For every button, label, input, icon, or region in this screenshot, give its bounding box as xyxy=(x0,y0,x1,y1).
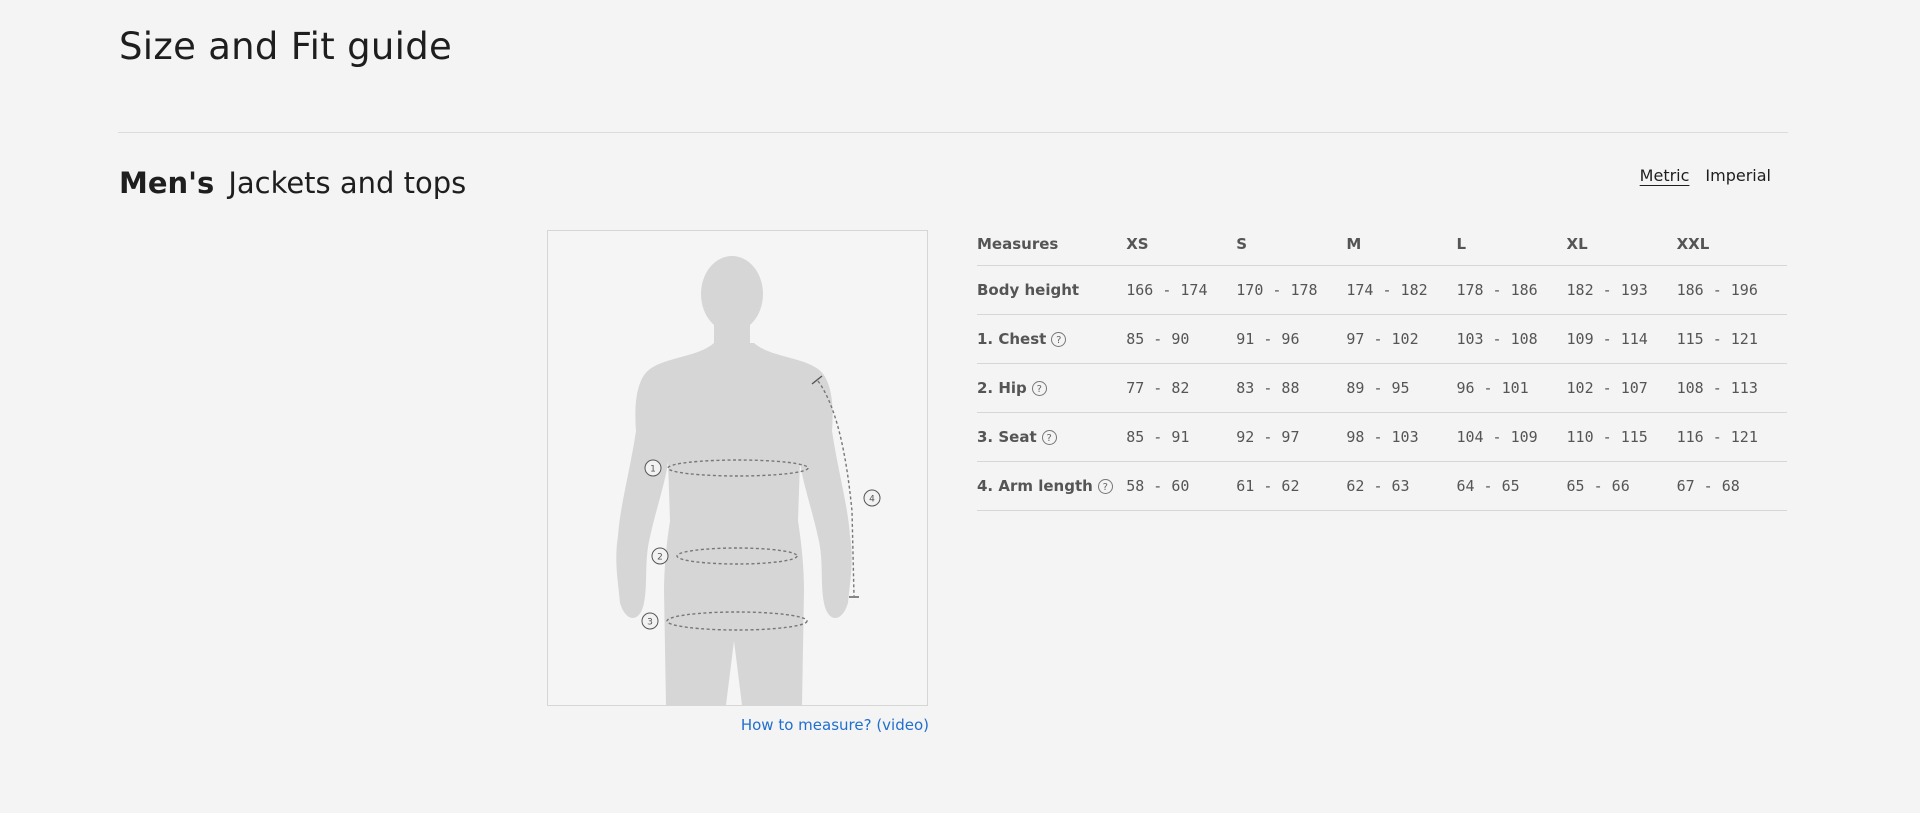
row-label-hip: 2. Hip? xyxy=(977,363,1127,413)
col-header-xs: XS xyxy=(1126,222,1237,266)
cell-body-height-xl: 182 - 193 xyxy=(1566,265,1677,315)
cell-body-height-xs: 166 - 174 xyxy=(1126,265,1237,315)
table-row-hip: 2. Hip? 77 - 82 83 - 88 89 - 95 96 - 101… xyxy=(977,363,1787,413)
metric-toggle[interactable]: Metric xyxy=(1640,166,1690,185)
cell-chest-xl: 109 - 114 xyxy=(1566,314,1677,364)
cell-hip-xxl: 108 - 113 xyxy=(1676,363,1787,413)
marker-4: 4 xyxy=(869,495,875,505)
cell-body-height-xxl: 186 - 196 xyxy=(1676,265,1787,315)
row-label-text: Body height xyxy=(977,281,1080,299)
cell-seat-xxl: 116 - 121 xyxy=(1676,412,1787,462)
header-divider xyxy=(118,132,1788,133)
cell-chest-m: 97 - 102 xyxy=(1346,314,1457,364)
marker-1: 1 xyxy=(650,465,656,475)
cell-hip-m: 89 - 95 xyxy=(1346,363,1457,413)
chest-help-icon[interactable]: ? xyxy=(1051,332,1067,347)
table-row-chest: 1. Chest? 85 - 90 91 - 96 97 - 102 103 -… xyxy=(977,314,1787,364)
col-header-l: L xyxy=(1456,222,1567,266)
section-gender: Men's xyxy=(119,166,215,200)
cell-seat-m: 98 - 103 xyxy=(1346,412,1457,462)
cell-chest-xs: 85 - 90 xyxy=(1126,314,1237,364)
row-label-text: 3. Seat xyxy=(977,428,1037,446)
cell-seat-s: 92 - 97 xyxy=(1236,412,1347,462)
size-table: Measures XS S M L XL XXL Body height 166… xyxy=(977,222,1787,511)
cell-arm-length-m: 62 - 63 xyxy=(1346,461,1457,511)
row-label-body-height: Body height xyxy=(977,265,1127,315)
silhouette-body xyxy=(616,343,852,705)
cell-chest-l: 103 - 108 xyxy=(1456,314,1567,364)
section-category: Jackets and tops xyxy=(228,166,467,200)
cell-hip-s: 83 - 88 xyxy=(1236,363,1347,413)
cell-body-height-l: 178 - 186 xyxy=(1456,265,1567,315)
row-label-chest: 1. Chest? xyxy=(977,314,1127,364)
marker-3: 3 xyxy=(647,618,653,628)
measurement-figure: 1 2 3 4 xyxy=(547,230,928,706)
marker-2: 2 xyxy=(657,553,663,563)
cell-hip-xl: 102 - 107 xyxy=(1566,363,1677,413)
col-header-m: M xyxy=(1346,222,1457,266)
table-row-arm-length: 4. Arm length? 58 - 60 61 - 62 62 - 63 6… xyxy=(977,461,1787,511)
cell-seat-l: 104 - 109 xyxy=(1456,412,1567,462)
body-silhouette-illustration: 1 2 3 4 xyxy=(616,256,881,705)
cell-hip-l: 96 - 101 xyxy=(1456,363,1567,413)
row-label-text: 2. Hip xyxy=(977,379,1027,397)
cell-arm-length-l: 64 - 65 xyxy=(1456,461,1567,511)
cell-chest-s: 91 - 96 xyxy=(1236,314,1347,364)
page-title: Size and Fit guide xyxy=(119,25,453,68)
seat-help-icon[interactable]: ? xyxy=(1041,430,1057,445)
col-header-xl: XL xyxy=(1566,222,1677,266)
cell-arm-length-s: 61 - 62 xyxy=(1236,461,1347,511)
cell-body-height-s: 170 - 178 xyxy=(1236,265,1347,315)
col-header-xxl: XXL xyxy=(1676,222,1787,266)
how-to-measure-video-link[interactable]: How to measure? (video) xyxy=(547,716,929,734)
col-header-measures: Measures xyxy=(977,222,1127,266)
col-header-s: S xyxy=(1236,222,1347,266)
row-label-seat: 3. Seat? xyxy=(977,412,1127,462)
row-label-text: 1. Chest xyxy=(977,330,1047,348)
cell-seat-xl: 110 - 115 xyxy=(1566,412,1677,462)
cell-hip-xs: 77 - 82 xyxy=(1126,363,1237,413)
cell-arm-length-xl: 65 - 66 xyxy=(1566,461,1677,511)
imperial-toggle[interactable]: Imperial xyxy=(1705,166,1771,185)
row-label-arm-length: 4. Arm length? xyxy=(977,461,1127,511)
cell-chest-xxl: 115 - 121 xyxy=(1676,314,1787,364)
hip-help-icon[interactable]: ? xyxy=(1031,381,1047,396)
cell-body-height-m: 174 - 182 xyxy=(1346,265,1457,315)
cell-arm-length-xs: 58 - 60 xyxy=(1126,461,1237,511)
body-silhouette xyxy=(616,256,852,705)
cell-arm-length-xxl: 67 - 68 xyxy=(1676,461,1787,511)
size-guide-page: Size and Fit guide Men's Jackets and tops… xyxy=(0,0,1920,813)
row-label-text: 4. Arm length xyxy=(977,477,1093,495)
cell-seat-xs: 85 - 91 xyxy=(1126,412,1237,462)
table-row-body-height: Body height 166 - 174 170 - 178 174 - 18… xyxy=(977,265,1787,315)
unit-toggle: Metric Imperial xyxy=(1640,166,1771,185)
arm-length-help-icon[interactable]: ? xyxy=(1097,479,1113,494)
table-row-seat: 3. Seat? 85 - 91 92 - 97 98 - 103 104 - … xyxy=(977,412,1787,462)
section-heading: Men's Jackets and tops xyxy=(119,166,466,200)
size-table-header-row: Measures XS S M L XL XXL xyxy=(977,222,1787,266)
